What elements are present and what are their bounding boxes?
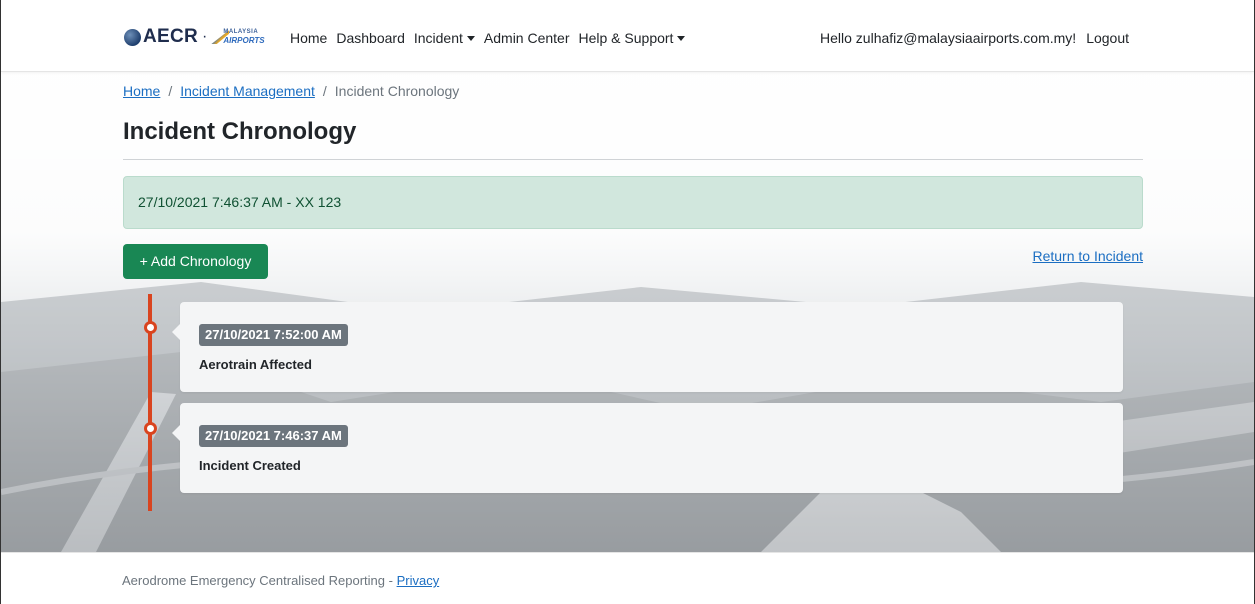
breadcrumb-incident-management-link[interactable]: Incident Management xyxy=(180,83,315,99)
top-navbar: AECR · MALAYSIA AIRPORTS Home Dashboard … xyxy=(1,0,1254,72)
user-greeting[interactable]: Hello zulhafiz@malaysiaairports.com.my! xyxy=(820,30,1076,46)
title-divider xyxy=(123,159,1143,160)
footer-app-name: Aerodrome Emergency Centralised Reportin… xyxy=(122,573,397,588)
logo-small-text: MALAYSIA xyxy=(223,29,259,35)
timeline-entry: 27/10/2021 7:46:37 AM Incident Created xyxy=(172,403,1123,493)
incident-info-alert: 27/10/2021 7:46:37 AM - XX 123 xyxy=(123,176,1143,229)
brand-logo[interactable]: AECR · MALAYSIA AIRPORTS xyxy=(124,25,265,49)
nav-incident-dropdown[interactable]: Incident xyxy=(414,30,475,46)
breadcrumb-separator: / xyxy=(322,83,327,99)
nav-help-support-label: Help & Support xyxy=(578,30,674,46)
timeline-dot xyxy=(144,422,157,435)
logout-link[interactable]: Logout xyxy=(1086,30,1129,46)
timeline-description: Aerotrain Affected xyxy=(199,357,312,372)
privacy-link[interactable]: Privacy xyxy=(397,573,440,588)
nav-links: Home Dashboard Incident Admin Center Hel… xyxy=(290,30,694,46)
logo-text: AIRPORTS xyxy=(223,36,265,45)
user-area: Hello zulhafiz@malaysiaairports.com.my! … xyxy=(820,30,1129,46)
timeline-timestamp-badge: 27/10/2021 7:46:37 AM xyxy=(199,425,348,447)
globe-icon xyxy=(124,28,141,46)
page-title: Incident Chronology xyxy=(123,118,357,145)
timeline-timestamp-badge: 27/10/2021 7:52:00 AM xyxy=(199,324,348,346)
nav-dashboard[interactable]: Dashboard xyxy=(336,30,405,46)
breadcrumb: Home / Incident Management / Incident Chrono… xyxy=(123,83,459,99)
nav-home[interactable]: Home xyxy=(290,30,327,46)
breadcrumb-current: Incident Chronology xyxy=(334,83,460,99)
breadcrumb-separator: / xyxy=(168,83,173,99)
add-chronology-button[interactable]: + Add Chronology xyxy=(123,244,268,279)
main-content-area: Home / Incident Management / Incident Chrono… xyxy=(1,72,1254,552)
footer-text: Aerodrome Emergency Centralised Reportin… xyxy=(122,573,439,588)
nav-incident-label: Incident xyxy=(413,30,463,46)
timeline-dot xyxy=(144,321,157,334)
footer: Aerodrome Emergency Centralised Reportin… xyxy=(1,552,1254,604)
nav-admin-center[interactable]: Admin Center xyxy=(484,30,570,46)
breadcrumb-home-link[interactable]: Home xyxy=(123,83,160,99)
page-container: Home / Incident Management / Incident Chrono… xyxy=(123,72,1143,552)
caret-down-icon xyxy=(466,36,475,41)
brand-name: AECR xyxy=(143,26,199,47)
malaysia-airports-logo: MALAYSIA AIRPORTS xyxy=(211,28,265,46)
brand-separator: · xyxy=(202,28,208,45)
return-to-incident-link[interactable]: Return to Incident xyxy=(1032,248,1143,264)
timeline-description: Incident Created xyxy=(199,458,301,473)
caret-down-icon xyxy=(677,36,686,41)
timeline-entry: 27/10/2021 7:52:00 AM Aerotrain Affected xyxy=(172,302,1123,392)
nav-help-support-dropdown[interactable]: Help & Support xyxy=(579,30,686,46)
